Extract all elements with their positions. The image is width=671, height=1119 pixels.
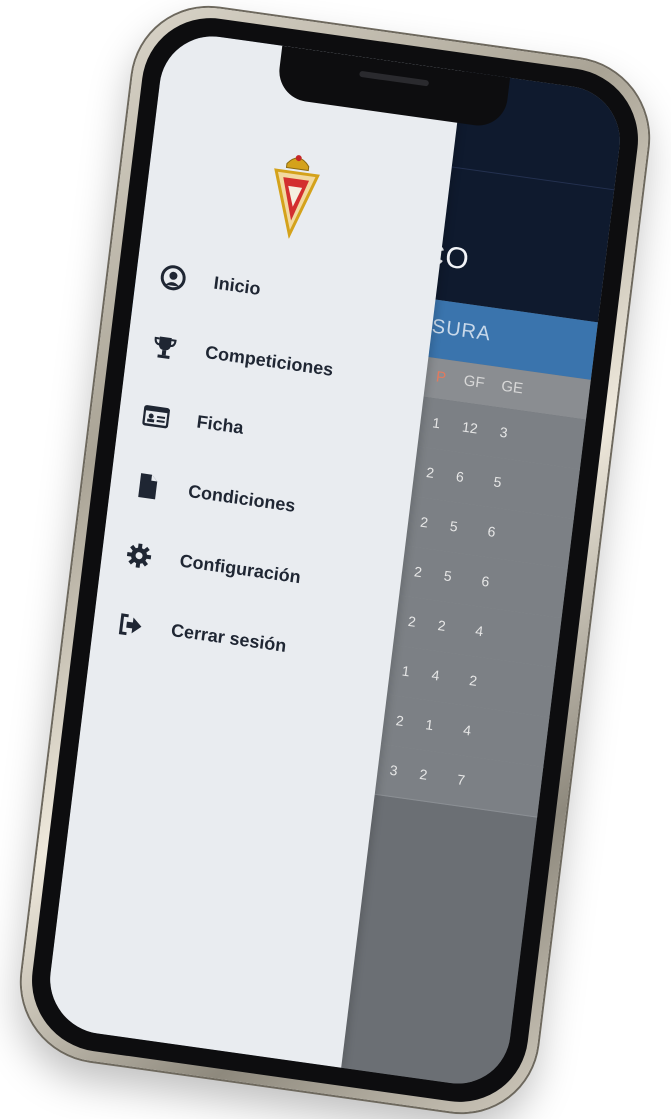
table-cell: 2 bbox=[407, 612, 417, 630]
table-cell: 6 bbox=[486, 523, 497, 540]
table-cell: 4 bbox=[474, 622, 485, 640]
table-cell: 5 bbox=[449, 517, 459, 535]
club-crest-logo bbox=[274, 155, 320, 240]
document-icon bbox=[138, 473, 158, 500]
column-header-p: P bbox=[435, 368, 448, 387]
menu-item-label: Cerrar sesión bbox=[170, 619, 288, 656]
table-cell: 2 bbox=[394, 712, 405, 730]
table-cell: 2 bbox=[419, 513, 430, 531]
drawer-menu: Inicio Competiciones Ficha Condiciones C… bbox=[90, 238, 438, 697]
speaker-grille bbox=[359, 70, 430, 87]
table-cell: 1 bbox=[424, 716, 435, 734]
phone-device: CO AUSURA P GF GE 1 12 3 2 6 5 2 5 6 2 5 6 2 2 4 1 4 2 2 1 4… bbox=[12, 0, 658, 1119]
table-cell: 2 bbox=[468, 671, 479, 689]
column-header-ge: GE bbox=[500, 377, 524, 398]
table-cell: 2 bbox=[436, 616, 447, 634]
table-cell: 3 bbox=[388, 761, 399, 779]
table-cell: 4 bbox=[430, 666, 441, 684]
menu-item-label: Competiciones bbox=[204, 342, 335, 380]
trophy-icon bbox=[154, 336, 177, 360]
table-cell: 6 bbox=[480, 572, 491, 590]
menu-item-label: Inicio bbox=[212, 272, 262, 299]
sign-out-icon bbox=[118, 613, 142, 636]
table-cell: 12 bbox=[461, 418, 479, 437]
table-cell: 5 bbox=[442, 567, 453, 585]
id-card-icon bbox=[142, 405, 171, 429]
gear-icon bbox=[126, 543, 152, 568]
menu-item-label: Condiciones bbox=[187, 480, 297, 516]
table-cell: 1 bbox=[401, 662, 411, 680]
menu-item-label: Ficha bbox=[195, 411, 245, 438]
table-cell: 2 bbox=[413, 563, 423, 581]
table-cell: 2 bbox=[425, 463, 436, 481]
user-circle-icon bbox=[160, 265, 186, 291]
table-cell: 3 bbox=[498, 423, 509, 441]
table-cell: 7 bbox=[456, 771, 466, 789]
stage: CO AUSURA P GF GE 1 12 3 2 6 5 2 5 6 2 5 6 2 2 4 1 4 2 2 1 4… bbox=[0, 0, 671, 1119]
table-cell: 6 bbox=[455, 468, 465, 486]
table-cell: 4 bbox=[462, 721, 472, 739]
table-cell: 2 bbox=[418, 765, 429, 783]
table-cell: 5 bbox=[492, 473, 503, 491]
column-header-gf: GF bbox=[462, 372, 486, 393]
menu-item-label: Configuración bbox=[178, 550, 302, 588]
table-cell: 1 bbox=[431, 414, 442, 432]
